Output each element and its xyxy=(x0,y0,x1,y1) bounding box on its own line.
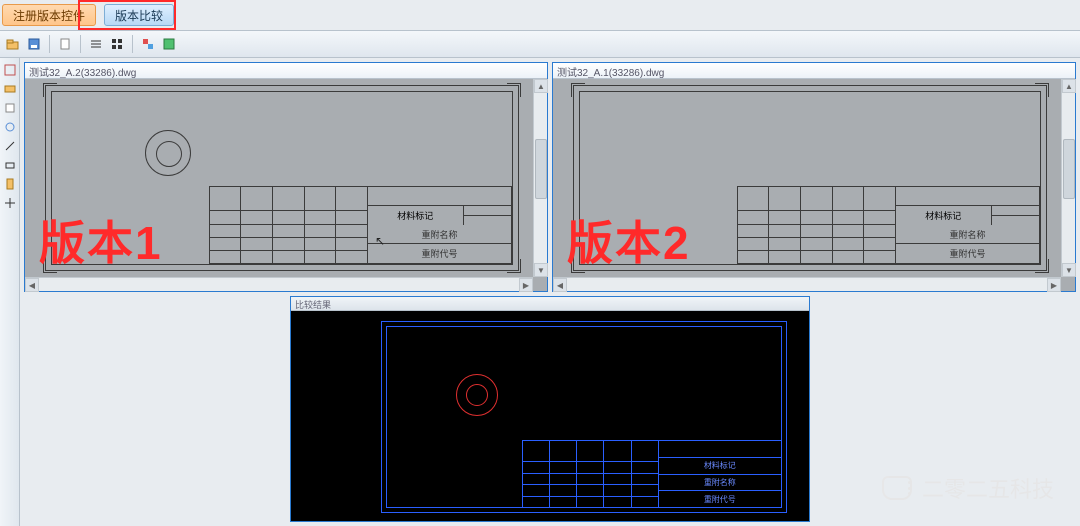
scroll-up-icon[interactable]: ▲ xyxy=(1062,79,1076,93)
page-icon[interactable] xyxy=(56,35,74,53)
top-button-bar: 注册版本控件 版本比较 xyxy=(0,0,1080,30)
scroll-left-icon[interactable]: ◀ xyxy=(25,278,39,292)
left-pane-title: 测试32_A.2(33286).dwg xyxy=(25,63,547,79)
tb-field-1: 材料标记 xyxy=(368,206,464,225)
right-pane-title: 测试32_A.1(33286).dwg xyxy=(553,63,1075,79)
scroll-down-icon[interactable]: ▼ xyxy=(534,263,548,277)
scroll-thumb[interactable] xyxy=(1063,139,1075,199)
scroll-right-icon[interactable]: ▶ xyxy=(1047,278,1061,292)
pane-row: 测试32_A.2(33286).dwg xyxy=(24,62,1076,292)
vtool-7-icon[interactable] xyxy=(2,176,18,192)
diff-circle-inner xyxy=(466,384,488,406)
v-scrollbar[interactable]: ▲ ▼ xyxy=(1061,79,1075,277)
toolbar-separator xyxy=(49,35,50,53)
scroll-thumb[interactable] xyxy=(535,139,547,199)
color-block2-icon[interactable] xyxy=(160,35,178,53)
lines-icon[interactable] xyxy=(87,35,105,53)
h-scrollbar[interactable]: ◀ ▶ xyxy=(25,277,533,291)
vtool-5-icon[interactable] xyxy=(2,138,18,154)
vtool-6-icon[interactable] xyxy=(2,157,18,173)
tb-field-2: 重附名称 xyxy=(896,225,1039,245)
vertical-toolbar xyxy=(0,58,20,526)
right-drawing: 材料标记 重附名称 重附代号 xyxy=(573,85,1047,271)
left-pane-body[interactable]: 材料标记 重附名称 重附代号 ↖ 版本1 xyxy=(25,79,547,291)
toolbar-separator xyxy=(132,35,133,53)
scroll-down-icon[interactable]: ▼ xyxy=(1062,263,1076,277)
content-area: 测试32_A.2(33286).dwg xyxy=(20,58,1080,526)
tb-field-3: 重附代号 xyxy=(896,244,1039,263)
compare-result-pane: 比较结果 xyxy=(290,296,810,522)
result-tb-1: 材料标记 xyxy=(659,458,781,475)
circle-feature xyxy=(145,130,191,176)
register-version-control-button[interactable]: 注册版本控件 xyxy=(2,4,96,26)
left-drawing: 材料标记 重附名称 重附代号 xyxy=(45,85,519,271)
scroll-up-icon[interactable]: ▲ xyxy=(534,79,548,93)
vtool-4-icon[interactable] xyxy=(2,119,18,135)
scroll-right-icon[interactable]: ▶ xyxy=(519,278,533,292)
toolbar-separator xyxy=(80,35,81,53)
vtool-8-icon[interactable] xyxy=(2,195,18,211)
scroll-left-icon[interactable]: ◀ xyxy=(553,278,567,292)
result-wrap: 比较结果 xyxy=(24,296,1076,522)
left-drawing-pane: 测试32_A.2(33286).dwg xyxy=(24,62,548,292)
v-scrollbar[interactable]: ▲ ▼ xyxy=(533,79,547,277)
result-title-block: 材料标记 重附名称 重附代号 xyxy=(522,440,782,508)
color-block1-icon[interactable] xyxy=(139,35,157,53)
result-tb-2: 重附名称 xyxy=(659,475,781,492)
title-block: 材料标记 重附名称 重附代号 xyxy=(209,186,512,264)
right-pane-body[interactable]: 材料标记 重附名称 重附代号 版本2 xyxy=(553,79,1075,291)
h-scrollbar[interactable]: ◀ ▶ xyxy=(553,277,1061,291)
title-block: 材料标记 重附名称 重附代号 xyxy=(737,186,1040,264)
vtool-3-icon[interactable] xyxy=(2,100,18,116)
version-compare-button[interactable]: 版本比较 xyxy=(104,4,174,26)
main-toolbar xyxy=(0,30,1080,58)
main-area: 测试32_A.2(33286).dwg xyxy=(0,58,1080,526)
result-title: 比较结果 xyxy=(291,297,809,311)
vtool-2-icon[interactable] xyxy=(2,81,18,97)
tb-field-3: 重附代号 xyxy=(368,244,511,263)
grid-icon[interactable] xyxy=(108,35,126,53)
result-body[interactable]: 材料标记 重附名称 重附代号 xyxy=(291,311,809,521)
open-icon[interactable] xyxy=(4,35,22,53)
save-icon[interactable] xyxy=(25,35,43,53)
result-tb-3: 重附代号 xyxy=(659,491,781,507)
tb-field-2: 重附名称 xyxy=(368,225,511,245)
app-window: 注册版本控件 版本比较 xyxy=(0,0,1080,526)
tb-field-1: 材料标记 xyxy=(896,206,992,225)
right-drawing-pane: 测试32_A.1(33286).dwg xyxy=(552,62,1076,292)
vtool-1-icon[interactable] xyxy=(2,62,18,78)
